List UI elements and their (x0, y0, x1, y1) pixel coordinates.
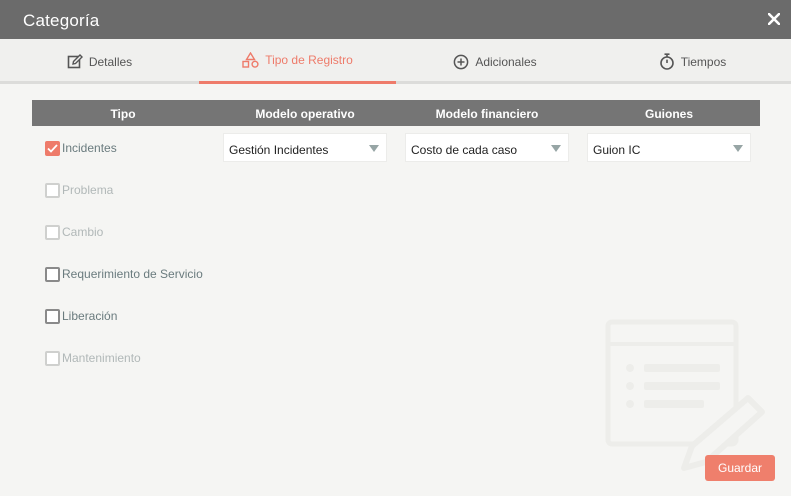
type-row-problema[interactable]: Problema (45, 181, 113, 199)
header-tipo: Tipo (110, 107, 136, 121)
chevron-down-icon (733, 145, 743, 152)
tab-detalles[interactable]: Detalles (0, 39, 199, 84)
tab-adicionales[interactable]: Adicionales (396, 39, 594, 84)
modelo-financiero-select[interactable]: Costo de cada caso (405, 133, 569, 162)
type-label: Liberación (62, 309, 118, 323)
guiones-select[interactable]: Guion IC (587, 133, 751, 162)
select-value: Gestión Incidentes (229, 143, 329, 157)
modelo-operativo-select[interactable]: Gestión Incidentes (223, 133, 387, 162)
close-button[interactable] (766, 10, 782, 28)
type-row-mantenimiento[interactable]: Mantenimiento (45, 349, 141, 367)
checkbox-problema[interactable] (45, 182, 60, 198)
type-label: Mantenimiento (62, 351, 141, 365)
tab-bar: Detalles Tipo de Registro Adicionales Ti… (0, 39, 791, 84)
tab-tiempos[interactable]: Tiempos (594, 39, 791, 84)
tab-tipo-de-registro[interactable]: Tipo de Registro (199, 39, 396, 84)
type-label: Cambio (62, 225, 104, 239)
save-button[interactable]: Guardar (705, 455, 775, 481)
close-icon (768, 13, 780, 25)
tab-label: Adicionales (475, 54, 537, 69)
checkbox-liberacion[interactable] (45, 308, 60, 324)
header-modelo-financiero: Modelo financiero (435, 107, 539, 121)
select-value: Guion IC (593, 143, 641, 157)
type-row-incidentes[interactable]: Incidentes (45, 139, 117, 157)
table-header: Tipo Modelo operativo Modelo financiero … (32, 100, 760, 126)
tab-label: Tipo de Registro (265, 53, 353, 67)
type-label: Problema (62, 183, 114, 197)
header-guiones: Guiones (644, 107, 693, 121)
checkbox-mantenimiento[interactable] (45, 350, 60, 366)
window-title: Categoría (23, 11, 100, 30)
tab-label: Tiempos (680, 54, 727, 69)
shapes-icon (242, 52, 259, 68)
window-titlebar: Categoría (0, 0, 791, 39)
chevron-down-icon (369, 145, 379, 152)
plus-circle-icon (453, 54, 469, 69)
check-icon (47, 143, 58, 153)
type-label: Incidentes (62, 141, 117, 155)
type-row-cambio[interactable]: Cambio (45, 223, 103, 241)
checkbox-incidentes[interactable] (45, 140, 60, 156)
stopwatch-icon (659, 53, 674, 70)
select-value: Costo de cada caso (411, 143, 518, 157)
type-row-requerimiento[interactable]: Requerimiento de Servicio (45, 265, 203, 283)
header-modelo-operativo: Modelo operativo (255, 107, 355, 121)
chevron-down-icon (551, 145, 561, 152)
edit-icon (67, 53, 83, 68)
checkbox-requerimiento[interactable] (45, 266, 60, 282)
type-row-liberacion[interactable]: Liberación (45, 307, 117, 325)
tab-label: Detalles (88, 54, 133, 69)
checkbox-cambio[interactable] (45, 224, 60, 240)
type-label: Requerimiento de Servicio (62, 267, 203, 281)
